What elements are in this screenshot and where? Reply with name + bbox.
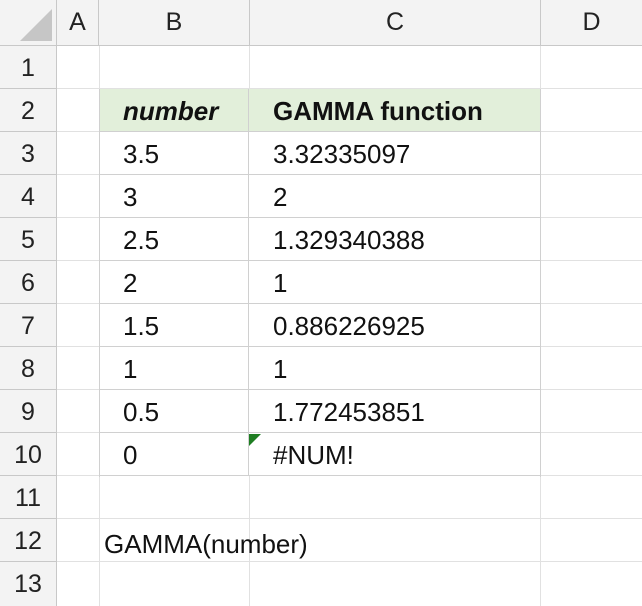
number-cell[interactable]: 1 (99, 347, 249, 390)
number-cell[interactable]: 3 (99, 175, 249, 218)
column-header-c[interactable]: C (250, 0, 541, 45)
row-header-4[interactable]: 4 (0, 175, 56, 218)
row-header-7[interactable]: 7 (0, 304, 56, 347)
row-header-1[interactable]: 1 (0, 46, 56, 89)
table-header-row: number GAMMA function (99, 89, 541, 132)
table-row: 3 2 (99, 175, 541, 218)
gridline (57, 518, 642, 519)
row-header-3[interactable]: 3 (0, 132, 56, 175)
column-header-d[interactable]: D (541, 0, 642, 45)
number-cell[interactable]: 2.5 (99, 218, 249, 261)
number-cell[interactable]: 3.5 (99, 132, 249, 175)
column-header-a[interactable]: A (57, 0, 99, 45)
number-cell[interactable]: 0.5 (99, 390, 249, 433)
result-cell[interactable]: 1.772453851 (249, 390, 541, 433)
table-row: 1 1 (99, 347, 541, 390)
result-cell[interactable]: 1 (249, 347, 541, 390)
table-row: 2 1 (99, 261, 541, 304)
result-cell[interactable]: 2 (249, 175, 541, 218)
error-indicator-icon[interactable] (249, 434, 261, 446)
table-row: 3.5 3.32335097 (99, 132, 541, 175)
select-all-triangle-icon (20, 9, 52, 41)
spreadsheet: A B C D 1 2 3 4 5 6 7 8 9 10 11 12 13 nu… (0, 0, 642, 606)
result-cell[interactable]: 1 (249, 261, 541, 304)
table-row: 0.5 1.772453851 (99, 390, 541, 433)
column-header-b[interactable]: B (99, 0, 250, 45)
result-cell[interactable]: 3.32335097 (249, 132, 541, 175)
result-cell[interactable]: 1.329340388 (249, 218, 541, 261)
row-header-bar: 1 2 3 4 5 6 7 8 9 10 11 12 13 (0, 46, 57, 606)
header-cell-gamma[interactable]: GAMMA function (249, 89, 541, 132)
row-header-10[interactable]: 10 (0, 433, 56, 476)
number-cell[interactable]: 1.5 (99, 304, 249, 347)
row-header-6[interactable]: 6 (0, 261, 56, 304)
result-cell[interactable]: #NUM! (249, 433, 541, 476)
result-cell[interactable]: 0.886226925 (249, 304, 541, 347)
row-header-2[interactable]: 2 (0, 89, 56, 132)
row-header-5[interactable]: 5 (0, 218, 56, 261)
syntax-note[interactable]: GAMMA(number) (104, 522, 308, 565)
select-all-corner[interactable] (0, 0, 57, 45)
row-header-12[interactable]: 12 (0, 519, 56, 562)
table-row: 2.5 1.329340388 (99, 218, 541, 261)
table-row: 1.5 0.886226925 (99, 304, 541, 347)
row-header-11[interactable]: 11 (0, 476, 56, 519)
number-cell[interactable]: 2 (99, 261, 249, 304)
table-row: 0 #NUM! (99, 433, 541, 476)
number-cell[interactable]: 0 (99, 433, 249, 476)
gamma-table: number GAMMA function 3.5 3.32335097 3 2… (99, 89, 541, 476)
row-header-13[interactable]: 13 (0, 562, 56, 606)
header-cell-number[interactable]: number (99, 89, 249, 132)
row-header-9[interactable]: 9 (0, 390, 56, 433)
column-header-bar: A B C D (0, 0, 642, 46)
row-header-8[interactable]: 8 (0, 347, 56, 390)
